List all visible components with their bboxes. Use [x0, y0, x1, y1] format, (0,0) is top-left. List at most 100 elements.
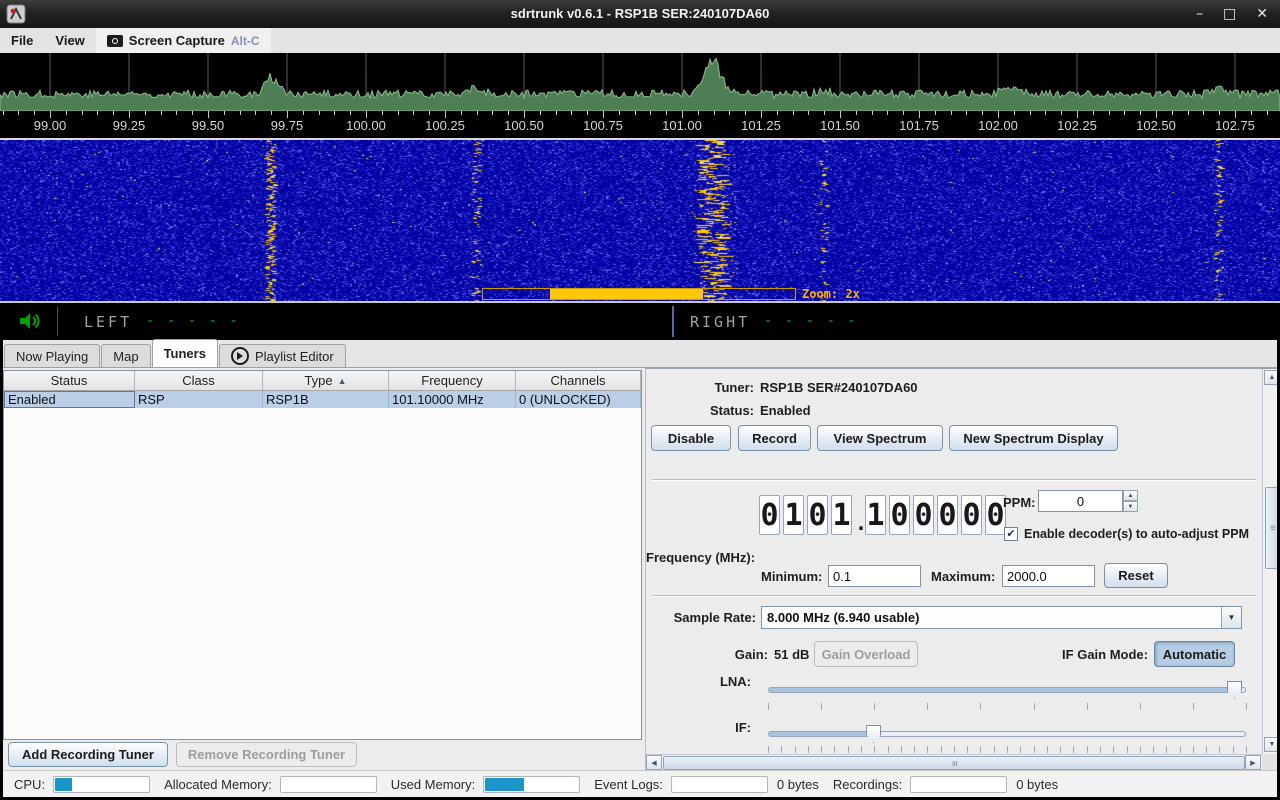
auto-adjust-ppm-checkbox[interactable]: ✔: [1004, 527, 1018, 541]
menu-file[interactable]: File: [0, 28, 44, 53]
frequency-tick-label: 99.50: [192, 118, 225, 133]
spinner-up-icon[interactable]: ▲: [1123, 490, 1138, 501]
maximum-label: Maximum:: [931, 569, 995, 584]
waterfall-display[interactable]: Zoom: 2x: [0, 138, 1280, 303]
column-header-type[interactable]: Type▲: [263, 371, 389, 391]
view-spectrum-button[interactable]: View Spectrum: [817, 425, 943, 451]
menu-screen-capture[interactable]: Screen Capture Alt-C: [96, 28, 271, 53]
allocated-memory-label: Allocated Memory:: [164, 777, 272, 792]
spinner-down-icon[interactable]: ▼: [1123, 501, 1138, 512]
scroll-left-icon[interactable]: ◀: [646, 755, 662, 770]
remove-recording-tuner-button[interactable]: Remove Recording Tuner: [176, 742, 357, 767]
ppm-spinner-buttons[interactable]: ▲▼: [1123, 490, 1138, 512]
lna-slider[interactable]: [768, 687, 1246, 693]
row-cell-status[interactable]: Enabled: [4, 391, 135, 408]
tab-playlist-editor[interactable]: Playlist Editor: [219, 344, 346, 367]
frequency-digit[interactable]: 0: [889, 495, 910, 535]
column-header-class[interactable]: Class: [135, 371, 263, 391]
frequency-digit[interactable]: 0: [913, 495, 934, 535]
new-spectrum-display-button[interactable]: New Spectrum Display: [949, 425, 1118, 451]
ruler-tick: [1093, 111, 1094, 115]
ruler-tick: [1172, 111, 1173, 115]
recordings-label: Recordings:: [833, 777, 902, 792]
frequency-digit[interactable]: 1: [865, 495, 886, 535]
used-memory-label: Used Memory:: [391, 777, 476, 792]
row-cell-type[interactable]: RSP1B: [263, 391, 389, 408]
frequency-digit[interactable]: 0: [961, 495, 982, 535]
sample-rate-value: 8.000 MHz (6.940 usable): [762, 610, 1221, 625]
column-header-status[interactable]: Status: [4, 371, 135, 391]
tab-map[interactable]: Map: [101, 344, 150, 367]
tuner-status-value: Enabled: [760, 403, 811, 418]
row-cell-frequency[interactable]: 101.10000 MHz: [389, 391, 516, 408]
tab-tuners[interactable]: Tuners: [152, 339, 218, 367]
horizontal-scrollbar-thumb[interactable]: ≡: [663, 756, 1245, 770]
waterfall-overview-bar[interactable]: [482, 288, 796, 300]
maximize-icon[interactable]: □: [1223, 0, 1236, 28]
row-cell-class[interactable]: RSP: [135, 391, 263, 408]
sample-rate-dropdown[interactable]: 8.000 MHz (6.940 usable) ▼: [761, 606, 1242, 629]
ruler-tick: [492, 111, 493, 115]
tab-now-playing[interactable]: Now Playing: [4, 344, 100, 367]
frequency-tick-label: 99.00: [34, 118, 67, 133]
speaker-icon[interactable]: [16, 309, 42, 333]
audio-divider: [57, 307, 58, 336]
horizontal-scrollbar[interactable]: ◀ ≡ ▶: [646, 754, 1263, 771]
ruler-tick: [951, 111, 952, 115]
minimum-frequency-input[interactable]: 0.1: [828, 565, 921, 587]
column-header-frequency[interactable]: Frequency: [389, 371, 516, 391]
frequency-digit[interactable]: 0: [759, 495, 780, 535]
window-edge-left: [0, 340, 3, 797]
record-button[interactable]: Record: [738, 425, 811, 451]
if-gain-mode-automatic-button[interactable]: Automatic: [1154, 641, 1235, 667]
ruler-tick: [271, 111, 272, 115]
ruler-tick: [224, 111, 225, 115]
menu-view[interactable]: View: [44, 28, 95, 53]
gain-overload-button[interactable]: Gain Overload: [814, 641, 918, 667]
lna-slider-thumb[interactable]: [1227, 681, 1242, 699]
ruler-tick: [113, 111, 114, 115]
lna-slider-ticks: [768, 703, 1246, 710]
ruler-tick: [935, 111, 936, 115]
if-slider-ticks: [768, 746, 1246, 753]
spectrum-plot[interactable]: [0, 53, 1280, 111]
scroll-right-icon[interactable]: ▶: [1245, 755, 1261, 770]
disable-button[interactable]: Disable: [651, 425, 731, 451]
ruler-tick: [445, 111, 446, 118]
ruler-tick: [1188, 111, 1189, 115]
sort-ascending-icon: ▲: [338, 376, 347, 386]
separator: [652, 479, 1256, 481]
ruler-tick: [255, 111, 256, 115]
ppm-spinner[interactable]: 0: [1038, 490, 1123, 512]
ruler-tick: [571, 111, 572, 115]
ruler-tick: [1077, 111, 1078, 118]
audio-left-label: LEFT: [84, 313, 132, 331]
frequency-digit-control[interactable]: 0101.100000: [759, 495, 1006, 535]
if-slider-thumb[interactable]: [866, 725, 881, 743]
frequency-digit[interactable]: 0: [937, 495, 958, 535]
frequency-digit[interactable]: 0: [807, 495, 828, 535]
reset-button[interactable]: Reset: [1104, 563, 1168, 588]
waterfall-canvas[interactable]: [0, 140, 1280, 301]
ruler-tick: [587, 111, 588, 115]
add-recording-tuner-button[interactable]: Add Recording Tuner: [8, 742, 168, 767]
frequency-digit[interactable]: 1: [831, 495, 852, 535]
spectrum-display[interactable]: 99.0099.2599.5099.75100.00100.25100.5010…: [0, 53, 1280, 138]
separator: [652, 595, 1256, 597]
cpu-progress-fill: [55, 778, 72, 791]
frequency-digit[interactable]: 1: [783, 495, 804, 535]
ruler-tick: [366, 111, 367, 118]
if-slider[interactable]: [768, 731, 1246, 737]
event-logs-size-value: 0 bytes: [777, 777, 819, 792]
frequency-ruler[interactable]: 99.0099.2599.5099.75100.00100.25100.5010…: [0, 111, 1280, 138]
tuner-table-selected-row[interactable]: EnabledRSPRSP1B101.10000 MHz0 (UNLOCKED): [4, 391, 641, 408]
row-cell-channels[interactable]: 0 (UNLOCKED): [516, 391, 641, 408]
maximum-frequency-input[interactable]: 2000.0: [1002, 565, 1095, 587]
tuner-label: Tuner:: [666, 380, 754, 395]
ruler-tick: [413, 111, 414, 115]
minimize-icon[interactable]: –: [1196, 0, 1203, 28]
column-header-channels[interactable]: Channels: [516, 371, 641, 391]
waterfall-viewport-indicator[interactable]: [550, 289, 703, 299]
close-icon[interactable]: ✕: [1256, 0, 1268, 28]
ruler-tick: [808, 111, 809, 115]
